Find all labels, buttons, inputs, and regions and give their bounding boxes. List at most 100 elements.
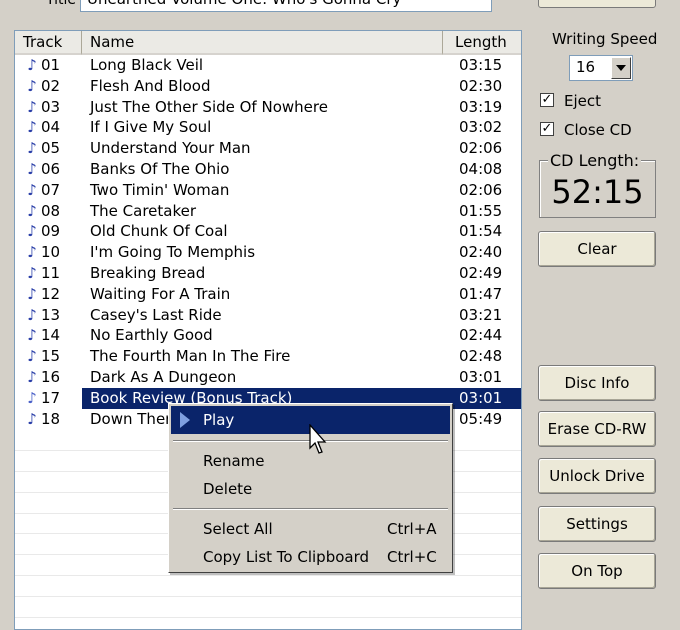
table-row[interactable]: ♪ 09 Old Chunk Of Coal 01:54 <box>15 221 521 242</box>
track-cell: ♪ 11 <box>15 263 82 284</box>
track-cell: ♪ 17 <box>15 388 82 409</box>
on-top-button[interactable]: On Top <box>538 553 656 589</box>
table-row[interactable]: ♪ 15 The Fourth Man In The Fire 02:48 <box>15 346 521 367</box>
menu-item-select-all-label: Select All <box>203 520 273 538</box>
track-length: 01:47 <box>459 284 503 303</box>
empty-row-line <box>15 595 521 597</box>
track-cell: ♪ 03 <box>15 97 82 118</box>
table-row[interactable]: ♪ 08 The Caretaker 01:55 <box>15 201 521 222</box>
music-note-icon: ♪ <box>27 388 37 407</box>
cd-length-value: 52:15 <box>551 173 644 211</box>
empty-row-line <box>15 575 521 576</box>
music-note-icon: ♪ <box>27 368 37 386</box>
column-header-name[interactable]: Name <box>82 31 443 55</box>
menu-item-select-all-shortcut: Ctrl+A <box>387 520 437 538</box>
cd-length-label: CD Length: <box>548 151 642 170</box>
track-cell: ♪ 16 <box>15 367 82 388</box>
table-row[interactable]: ♪ 12 Waiting For A Train 01:47 <box>15 284 521 305</box>
table-row[interactable]: ♪ 02 Flesh And Blood 02:30 <box>15 76 521 97</box>
track-length: 03:01 <box>443 387 521 409</box>
track-name: The Caretaker <box>90 201 197 220</box>
track-cell: ♪ 07 <box>15 180 82 201</box>
track-length: 02:30 <box>459 76 503 95</box>
column-header-track[interactable]: Track <box>15 31 82 55</box>
music-note-icon: ♪ <box>27 222 37 241</box>
track-name: Waiting For A Train <box>90 284 231 303</box>
erase-cd-rw-button[interactable]: Erase CD-RW <box>538 411 656 447</box>
menu-item-delete[interactable]: Delete <box>171 475 450 503</box>
track-name: Long Black Veil <box>90 56 204 74</box>
table-row[interactable]: ♪ 10 I'm Going To Memphis 02:40 <box>15 242 521 263</box>
menu-item-copy-list-shortcut: Ctrl+C <box>387 548 437 566</box>
menu-item-delete-label: Delete <box>203 480 253 498</box>
track-list-header: Track Name Length <box>15 31 521 55</box>
column-header-length[interactable]: Length <box>443 31 521 55</box>
table-row[interactable]: ♪ 04 If I Give My Soul 03:02 <box>15 117 521 138</box>
music-note-icon: ♪ <box>27 139 37 158</box>
track-number: 08 <box>41 201 61 220</box>
settings-button[interactable]: Settings <box>538 506 656 542</box>
eject-checkbox[interactable]: ✓ Eject <box>540 92 660 110</box>
close-cd-check-icon[interactable]: ✓ <box>540 122 554 136</box>
table-row[interactable]: ♪ 03 Just The Other Side Of Nowhere 03:19 <box>15 97 521 118</box>
track-length: 02:06 <box>459 180 503 199</box>
track-cell: ♪ 12 <box>15 284 82 305</box>
table-row[interactable]: ♪ 07 Two Timin' Woman 02:06 <box>15 180 521 201</box>
track-length: 02:48 <box>459 347 503 366</box>
track-name: Just The Other Side Of Nowhere <box>90 97 328 116</box>
track-length: 02:40 <box>459 243 503 262</box>
table-row[interactable]: ♪ 01 Long Black Veil 03:15 <box>15 55 521 76</box>
music-note-icon: ♪ <box>27 160 37 178</box>
track-length: 03:21 <box>459 305 503 324</box>
track-cell: ♪ 15 <box>15 346 82 367</box>
table-row[interactable]: ♪ 13 Casey's Last Ride 03:21 <box>15 305 521 326</box>
music-note-icon: ♪ <box>27 118 37 137</box>
music-note-icon: ♪ <box>27 284 37 303</box>
writing-speed-label: Writing Speed <box>552 30 658 48</box>
music-note-icon: ♪ <box>27 264 37 282</box>
menu-item-select-all[interactable]: Select All Ctrl+A <box>171 515 450 543</box>
table-row[interactable]: ♪ 05 Understand Your Man 02:06 <box>15 138 521 159</box>
table-row[interactable]: ♪ 11 Breaking Bread 02:49 <box>15 263 521 284</box>
track-name: Understand Your Man <box>90 139 251 158</box>
track-cell: ♪ 06 <box>15 159 82 180</box>
table-row[interactable]: ♪ 16 Dark As A Dungeon 03:01 <box>15 367 521 388</box>
disc-info-button[interactable]: Disc Info <box>538 365 656 401</box>
album-title-input[interactable]: Unearthed Volume One: Who's Gonna Cry <box>80 0 492 12</box>
track-number: 11 <box>41 264 61 282</box>
menu-item-play-label: Play <box>203 411 235 429</box>
table-row[interactable]: ♪ 06 Banks Of The Ohio 04:08 <box>15 159 521 180</box>
track-number: 16 <box>41 368 61 386</box>
music-note-icon: ♪ <box>27 326 37 345</box>
track-length: 03:02 <box>459 118 503 137</box>
track-number: 14 <box>41 326 61 345</box>
eject-label: Eject <box>564 92 602 110</box>
track-number: 04 <box>41 118 61 137</box>
writing-speed-select[interactable]: 16 <box>569 55 633 81</box>
track-name: Casey's Last Ride <box>90 305 222 324</box>
cd-length-group: CD Length: 52:15 <box>539 151 656 218</box>
menu-item-copy-list-label: Copy List To Clipboard <box>203 548 370 566</box>
track-length: 05:49 <box>459 409 503 428</box>
dropdown-arrow-icon[interactable] <box>611 57 631 79</box>
clear-button[interactable]: Clear <box>538 231 656 267</box>
track-name: Flesh And Blood <box>90 76 211 95</box>
menu-item-rename-label: Rename <box>203 452 265 470</box>
track-cell: ♪ 10 <box>15 242 82 263</box>
unlock-drive-button[interactable]: Unlock Drive <box>538 458 656 494</box>
music-note-icon: ♪ <box>27 347 37 366</box>
track-number: 03 <box>41 97 61 116</box>
track-length: 01:54 <box>459 222 503 241</box>
menu-item-copy-list[interactable]: Copy List To Clipboard Ctrl+C <box>171 543 450 571</box>
track-length: 02:06 <box>459 139 503 158</box>
track-length: 03:19 <box>459 97 503 116</box>
eject-check-icon[interactable]: ✓ <box>540 93 554 107</box>
track-name: I'm Going To Memphis <box>90 243 256 262</box>
track-name: If I Give My Soul <box>90 118 212 137</box>
close-cd-checkbox[interactable]: ✓ Close CD <box>540 121 660 139</box>
music-note-icon: ♪ <box>27 409 37 428</box>
table-row[interactable]: ♪ 14 No Earthly Good 02:44 <box>15 325 521 346</box>
top-button[interactable] <box>538 0 656 8</box>
mouse-cursor-icon <box>309 424 327 454</box>
music-note-icon: ♪ <box>27 243 37 262</box>
